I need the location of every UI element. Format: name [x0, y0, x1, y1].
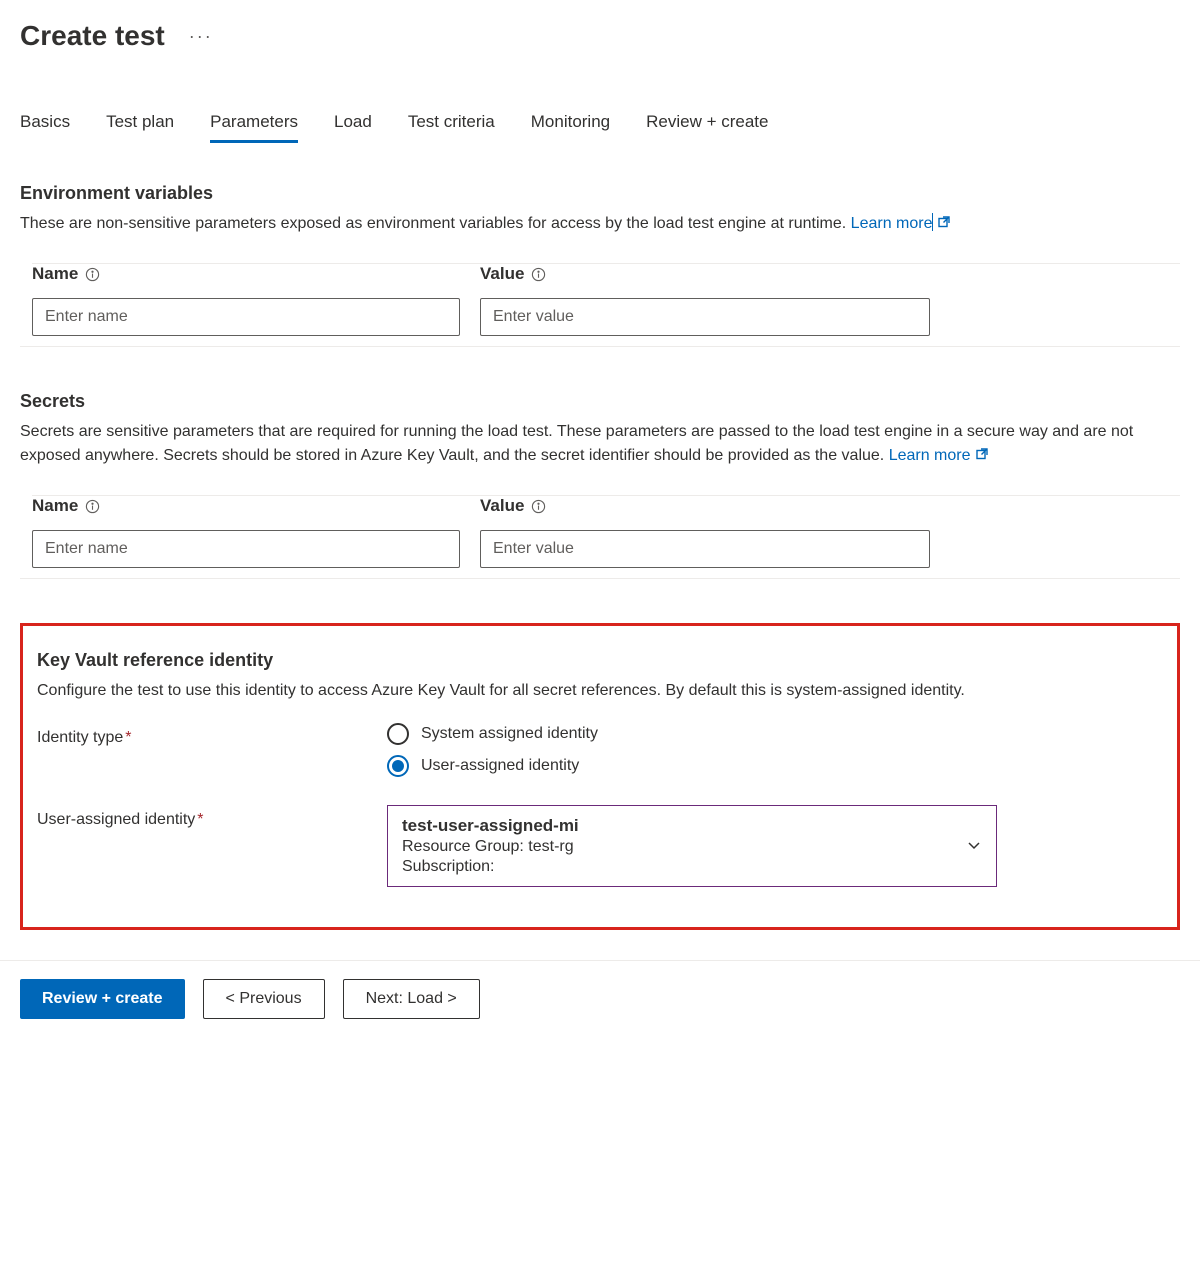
radio-system-assigned[interactable]: System assigned identity — [387, 723, 1163, 745]
info-icon[interactable] — [84, 266, 100, 282]
secret-value-label: Value — [480, 496, 930, 516]
dropdown-selected-sub: Subscription: — [402, 858, 579, 876]
tab-test-plan[interactable]: Test plan — [106, 112, 174, 143]
page-title: Create test — [20, 20, 165, 52]
footer-buttons: Review + create < Previous Next: Load > — [20, 979, 1180, 1019]
tab-parameters[interactable]: Parameters — [210, 112, 298, 143]
env-name-label: Name — [32, 264, 460, 284]
secrets-learn-more-link[interactable]: Learn more — [889, 447, 989, 464]
secrets-section: Secrets Secrets are sensitive parameters… — [20, 391, 1180, 579]
env-vars-section: Environment variables These are non-sens… — [20, 183, 1180, 347]
review-create-button[interactable]: Review + create — [20, 979, 185, 1019]
secret-name-input[interactable] — [32, 530, 460, 568]
identity-type-label: Identity type* — [37, 723, 387, 747]
tab-load[interactable]: Load — [334, 112, 372, 143]
tabs-container: Basics Test plan Parameters Load Test cr… — [20, 112, 1180, 143]
env-vars-desc: These are non-sensitive parameters expos… — [20, 212, 1180, 237]
radio-user-assigned-label: User-assigned identity — [421, 757, 579, 775]
key-vault-identity-section: Key Vault reference identity Configure t… — [20, 623, 1180, 930]
tab-test-criteria[interactable]: Test criteria — [408, 112, 495, 143]
next-button[interactable]: Next: Load > — [343, 979, 480, 1019]
kv-identity-title: Key Vault reference identity — [37, 650, 1163, 671]
identity-type-radio-group: System assigned identity User-assigned i… — [387, 723, 1163, 777]
previous-button[interactable]: < Previous — [203, 979, 325, 1019]
external-link-icon — [975, 445, 989, 469]
secrets-title: Secrets — [20, 391, 1180, 412]
secret-value-input[interactable] — [480, 530, 930, 568]
info-icon[interactable] — [84, 498, 100, 514]
chevron-down-icon — [966, 837, 982, 856]
user-identity-label: User-assigned identity* — [37, 805, 387, 829]
more-icon[interactable]: ··· — [189, 26, 213, 47]
tab-review-create[interactable]: Review + create — [646, 112, 768, 143]
external-link-icon — [937, 213, 951, 237]
info-icon[interactable] — [530, 266, 546, 282]
dropdown-selected-name: test-user-assigned-mi — [402, 816, 579, 836]
env-name-input[interactable] — [32, 298, 460, 336]
info-icon[interactable] — [530, 498, 546, 514]
dropdown-selected-rg: Resource Group: test-rg — [402, 838, 579, 856]
kv-identity-desc: Configure the test to use this identity … — [37, 679, 1163, 703]
radio-user-assigned[interactable]: User-assigned identity — [387, 755, 1163, 777]
secrets-desc: Secrets are sensitive parameters that ar… — [20, 420, 1180, 469]
env-value-input[interactable] — [480, 298, 930, 336]
env-vars-title: Environment variables — [20, 183, 1180, 204]
radio-system-assigned-label: System assigned identity — [421, 725, 598, 743]
user-identity-dropdown[interactable]: test-user-assigned-mi Resource Group: te… — [387, 805, 997, 887]
tab-basics[interactable]: Basics — [20, 112, 70, 143]
secret-name-label: Name — [32, 496, 460, 516]
env-vars-learn-more-link[interactable]: Learn more — [851, 215, 951, 232]
env-value-label: Value — [480, 264, 930, 284]
tab-monitoring[interactable]: Monitoring — [531, 112, 610, 143]
